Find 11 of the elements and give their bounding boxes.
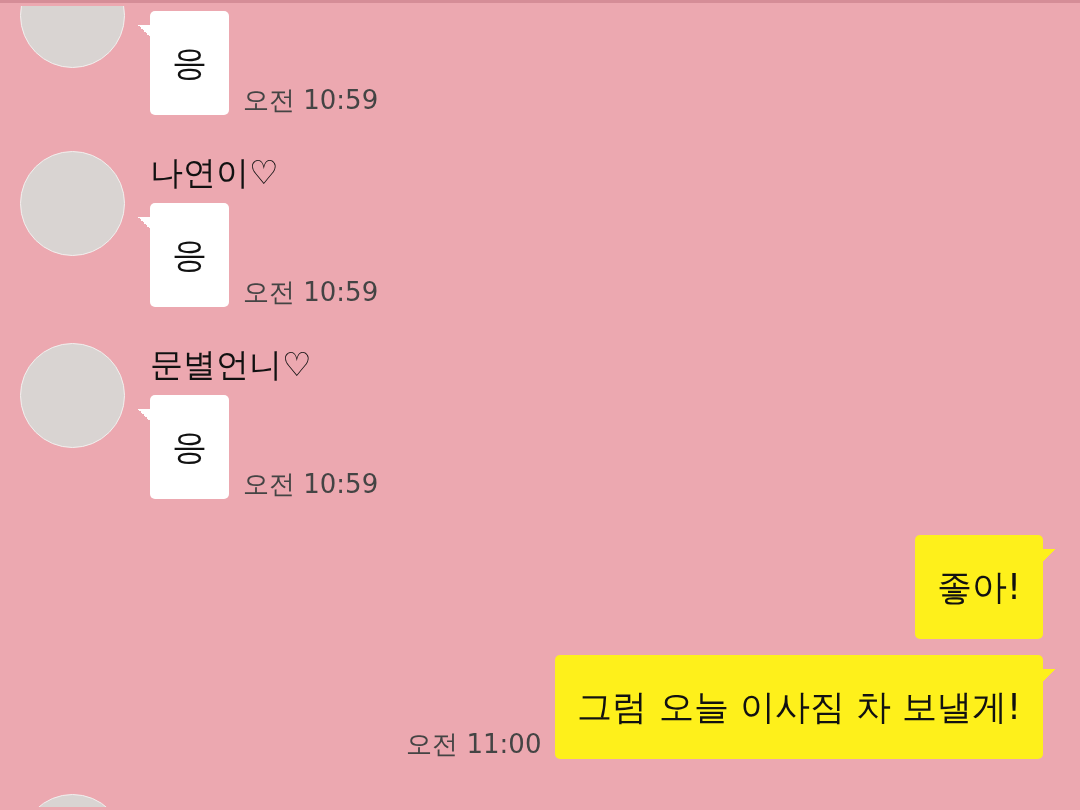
message-time: 오전 10:59 [243,469,379,499]
sender-name: 나연이♡ [150,152,280,194]
message-bubble: 그럼 오늘 이사짐 차 보낼게! [555,655,1043,759]
message-time: 오전 10:59 [243,277,379,307]
message-bubble: 좋아! [914,535,1043,639]
message-bubble: 응 [150,203,229,307]
message-time: 오전 11:00 [406,729,542,759]
message-bubble: 응 [150,395,229,499]
sender-name: 문별언니♡ [150,344,313,386]
message-time: 오전 10:59 [243,85,379,115]
message-bubble: 응 [150,11,229,115]
